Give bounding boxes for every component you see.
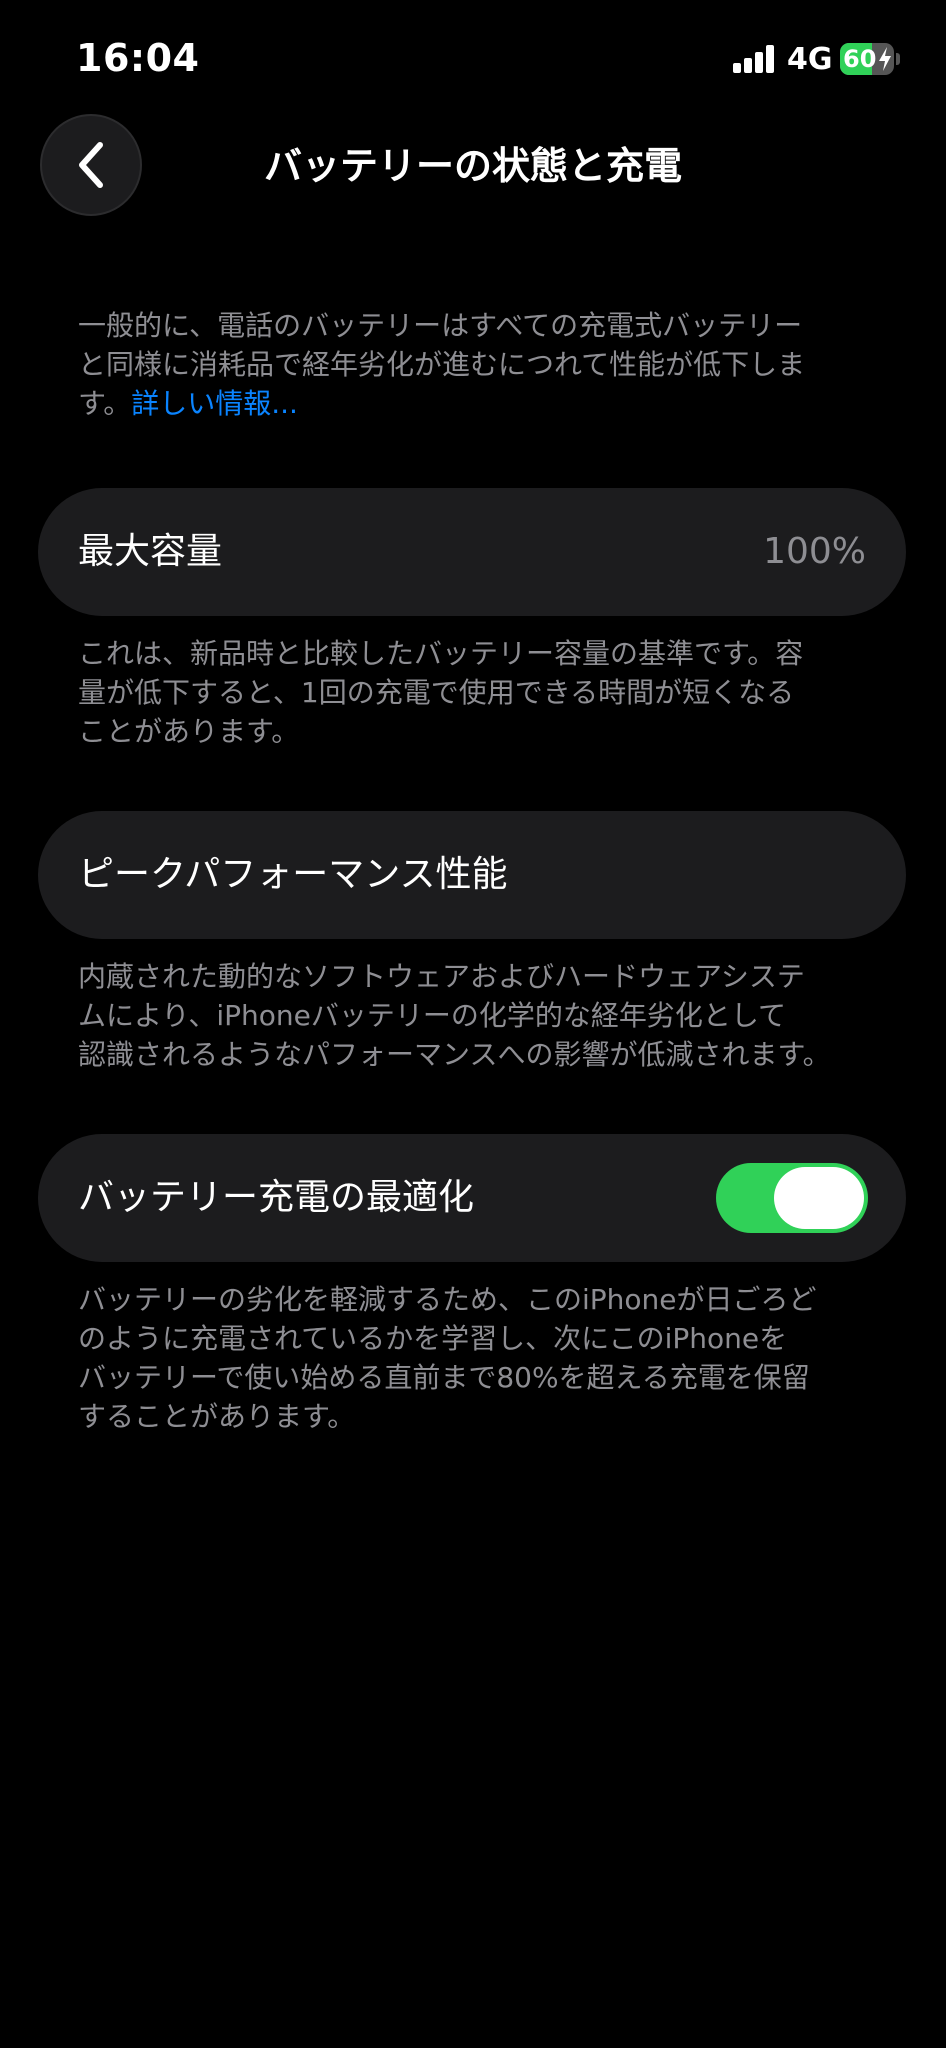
footer-line: することがあります。	[78, 1400, 356, 1433]
intro-line: と同様に消耗品で経年劣化が進むにつれて性能が低下しま	[78, 348, 806, 381]
max-capacity-value: 100%	[763, 531, 866, 572]
optimized-charging-row: バッテリー充電の最適化	[38, 1134, 906, 1262]
chevron-left-icon	[79, 142, 103, 188]
intro-line: 一般的に、電話のバッテリーはすべての充電式バッテリー	[78, 309, 803, 342]
max-capacity-row: 最大容量 100%	[38, 488, 906, 616]
cellular-signal-icon	[733, 45, 775, 73]
battery-cap	[896, 53, 900, 65]
footer-line: バッテリーで使い始める直前まで80%を超える充電を保留	[78, 1361, 810, 1394]
charging-bolt-icon	[879, 47, 891, 71]
footer-line: これは、新品時と比較したバッテリー容量の基準です。容	[78, 637, 804, 670]
battery-icon: 60	[840, 43, 894, 75]
status-bar: 16:04 4G 60	[0, 0, 946, 110]
footer-line: のように充電されているかを学習し、次にこのiPhoneを	[78, 1322, 788, 1355]
footer-line: ことがあります。	[78, 715, 300, 748]
page-title: バッテリーの状態と充電	[263, 144, 682, 188]
peak-performance-footer: 内蔵された動的なソフトウェアおよびハードウェアシステ ムにより、iPhoneバッ…	[78, 957, 878, 1074]
footer-line: バッテリーの劣化を軽減するため、このiPhoneが日ごろど	[78, 1283, 817, 1316]
optimized-charging-label: バッテリー充電の最適化	[78, 1177, 475, 1218]
intro-line-text: す。	[78, 387, 132, 420]
footer-line: ムにより、iPhoneバッテリーの化学的な経年劣化として	[78, 999, 786, 1032]
max-capacity-label: 最大容量	[78, 531, 223, 572]
max-capacity-footer: これは、新品時と比較したバッテリー容量の基準です。容 量が低下すると、1回の充電…	[78, 634, 878, 751]
battery-percent: 60	[843, 45, 877, 73]
optimized-charging-toggle[interactable]	[716, 1163, 868, 1233]
network-type: 4G	[787, 42, 833, 77]
toggle-knob	[774, 1167, 864, 1229]
back-button[interactable]	[40, 114, 142, 216]
footer-line: 内蔵された動的なソフトウェアおよびハードウェアシステ	[78, 960, 805, 993]
learn-more-link[interactable]: 詳しい情報...	[131, 387, 298, 420]
intro-text: 一般的に、電話のバッテリーはすべての充電式バッテリー と同様に消耗品で経年劣化が…	[78, 306, 878, 423]
footer-line: 認識されるようなパフォーマンスへの影響が低減されます。	[78, 1038, 831, 1071]
peak-performance-label: ピークパフォーマンス性能	[78, 854, 508, 895]
intro-line: す。詳しい情報...	[78, 384, 878, 423]
peak-performance-row: ピークパフォーマンス性能	[38, 811, 906, 939]
footer-line: 量が低下すると、1回の充電で使用できる時間が短くなる	[78, 676, 795, 709]
optimized-charging-footer: バッテリーの劣化を軽減するため、このiPhoneが日ごろど のように充電されてい…	[78, 1280, 878, 1436]
status-time: 16:04	[76, 36, 200, 80]
